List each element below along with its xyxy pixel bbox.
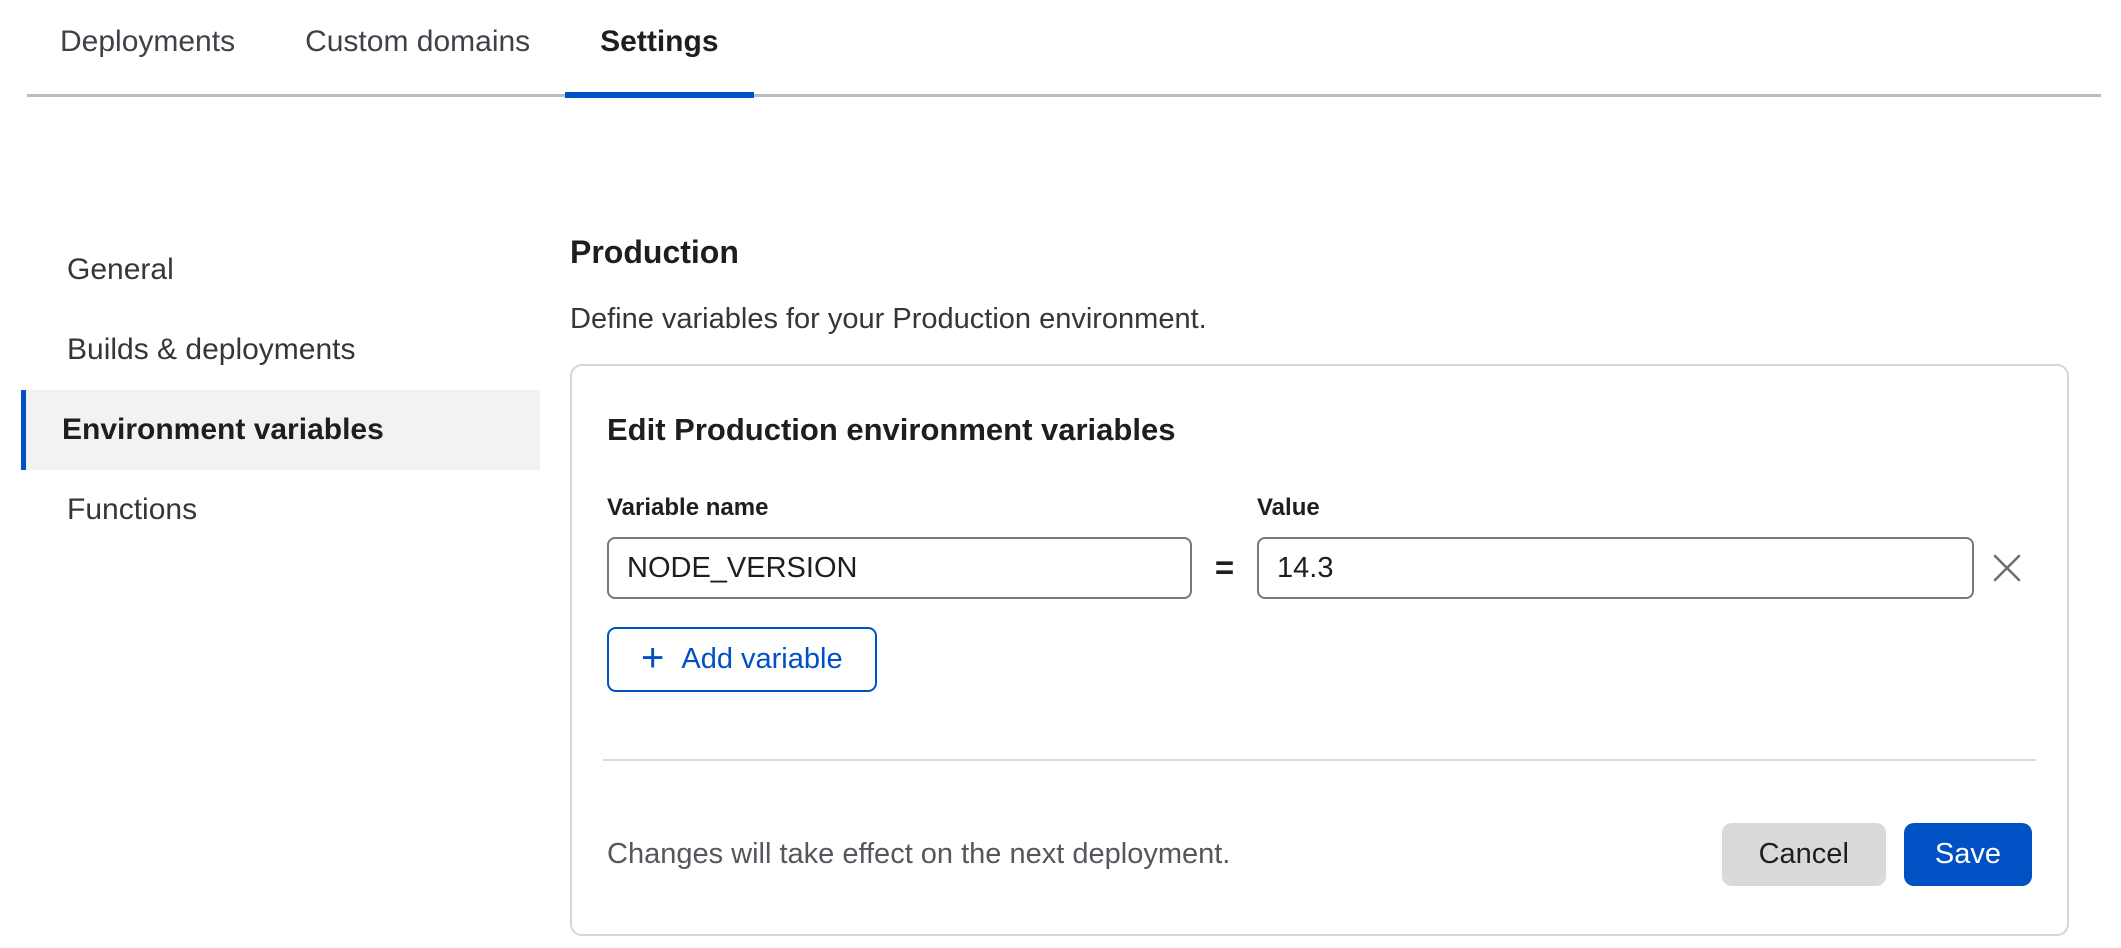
card-divider xyxy=(603,759,2036,761)
settings-sidebar: General Builds & deployments Environment… xyxy=(0,230,540,550)
tab-bar: Deployments Custom domains Settings xyxy=(0,0,2121,98)
variable-row: Variable name = Value xyxy=(607,494,2032,599)
sidebar-item-general[interactable]: General xyxy=(21,230,540,310)
sidebar-item-functions[interactable]: Functions xyxy=(21,470,540,550)
tab-custom-domains[interactable]: Custom domains xyxy=(270,0,565,98)
x-icon xyxy=(1990,551,2024,585)
variable-name-input[interactable] xyxy=(607,537,1192,599)
add-variable-button[interactable]: + Add variable xyxy=(607,627,877,692)
main-content: Production Define variables for your Pro… xyxy=(570,230,2069,936)
value-input[interactable] xyxy=(1257,537,1974,599)
variable-value-field: Value xyxy=(1257,494,1974,599)
sidebar-item-environment-variables[interactable]: Environment variables xyxy=(21,390,540,470)
remove-variable-button[interactable] xyxy=(1982,537,2032,599)
save-button[interactable]: Save xyxy=(1904,823,2032,886)
page-title: Production xyxy=(570,234,2069,271)
variable-name-field: Variable name xyxy=(607,494,1192,599)
tab-settings[interactable]: Settings xyxy=(565,0,753,98)
tab-deployments[interactable]: Deployments xyxy=(25,0,270,98)
footer-note: Changes will take effect on the next dep… xyxy=(607,838,1230,871)
variable-name-label: Variable name xyxy=(607,494,1192,522)
sidebar-item-builds-deployments[interactable]: Builds & deployments xyxy=(21,310,540,390)
footer-actions: Cancel Save xyxy=(1722,823,2032,886)
add-variable-label: Add variable xyxy=(681,643,842,676)
equals-sign: = xyxy=(1192,537,1257,599)
settings-layout: General Builds & deployments Environment… xyxy=(0,98,2121,936)
cancel-button[interactable]: Cancel xyxy=(1722,823,1886,886)
value-label: Value xyxy=(1257,494,1974,522)
plus-icon: + xyxy=(641,638,664,678)
page-description: Define variables for your Production env… xyxy=(570,303,2069,336)
card-title: Edit Production environment variables xyxy=(607,412,2032,448)
env-variables-card: Edit Production environment variables Va… xyxy=(570,364,2069,936)
card-footer: Changes will take effect on the next dep… xyxy=(607,823,2032,886)
